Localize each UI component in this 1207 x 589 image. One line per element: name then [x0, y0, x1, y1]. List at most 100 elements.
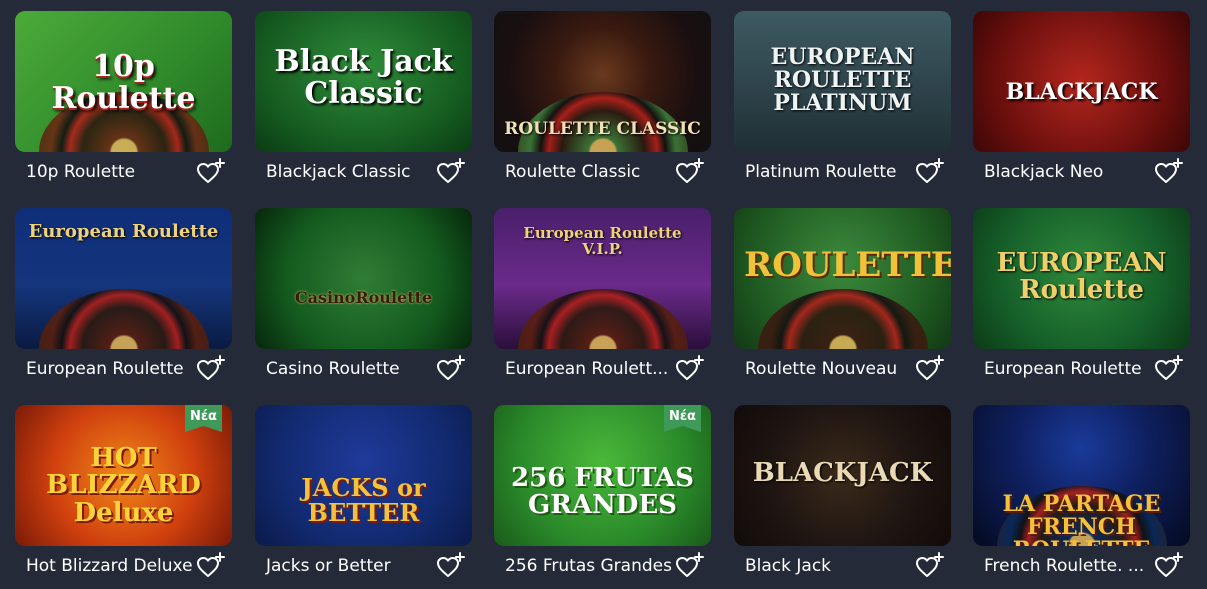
game-card[interactable]: Black Jack Classic Blackjack Classic: [255, 11, 472, 192]
game-caption: Platinum Roulette: [734, 152, 951, 192]
game-card[interactable]: European Roulette European Roulette: [15, 208, 232, 389]
game-caption: Blackjack Classic: [255, 152, 472, 192]
game-logo-text: EUROPEAN Roulette: [996, 248, 1167, 306]
add-favorite-button[interactable]: [436, 355, 466, 383]
game-card[interactable]: CasinoRoulette Casino Roulette: [255, 208, 472, 389]
game-thumbnail[interactable]: European Roulette: [15, 208, 232, 349]
game-logo-text: European Roulette V.I.P.: [523, 224, 682, 258]
game-thumbnail[interactable]: BLACKJACK: [973, 11, 1190, 152]
game-title[interactable]: Roulette Nouveau: [745, 359, 897, 379]
game-card[interactable]: HOT BLIZZARD Deluxe Νέα Hot Blizzard Delux…: [15, 405, 232, 586]
game-caption: French Roulette. ...: [973, 546, 1190, 586]
game-caption: Roulette Nouveau: [734, 349, 951, 389]
game-thumbnail[interactable]: HOT BLIZZARD Deluxe Νέα: [15, 405, 232, 546]
game-thumbnail[interactable]: JACKS or BETTER: [255, 405, 472, 546]
game-card[interactable]: EUROPEAN ROULETTE PLATINUM Platinum Roule…: [734, 11, 951, 192]
game-card[interactable]: European Roulette V.I.P. European Roulett…: [494, 208, 711, 389]
game-caption: 10p Roulette: [15, 152, 232, 192]
game-logo-text: ROULETTE CLASSIC: [504, 119, 701, 139]
game-card[interactable]: ROULETTE Roulette Nouveau: [734, 208, 951, 389]
game-thumbnail[interactable]: 256 FRUTAS GRANDES Νέα: [494, 405, 711, 546]
add-favorite-button[interactable]: [915, 355, 945, 383]
game-card[interactable]: BLACKJACK Black Jack: [734, 405, 951, 586]
heart-plus-icon: [196, 552, 226, 584]
add-favorite-button[interactable]: [915, 552, 945, 580]
game-caption: Casino Roulette: [255, 349, 472, 389]
heart-plus-icon: [196, 158, 226, 190]
add-favorite-button[interactable]: [196, 355, 226, 383]
game-title[interactable]: Jacks or Better: [266, 556, 391, 576]
game-title[interactable]: French Roulette. ...: [984, 556, 1144, 576]
game-logo-text: CasinoRoulette: [294, 288, 433, 307]
game-thumbnail[interactable]: CasinoRoulette: [255, 208, 472, 349]
game-logo-text: EUROPEAN ROULETTE PLATINUM: [770, 44, 915, 117]
game-caption: Hot Blizzard Deluxe: [15, 546, 232, 586]
game-title[interactable]: Casino Roulette: [266, 359, 400, 379]
game-thumbnail[interactable]: ROULETTE: [734, 208, 951, 349]
game-title[interactable]: Black Jack: [745, 556, 831, 576]
game-logo-text: 256 FRUTAS GRANDES: [511, 463, 694, 521]
game-card[interactable]: LA PARTAGE FRENCH ROULETTE French Roulett…: [973, 405, 1190, 586]
game-title[interactable]: 10p Roulette: [26, 162, 135, 182]
game-title[interactable]: 256 Frutas Grandes: [505, 556, 672, 576]
game-card[interactable]: 10p Roulette 10p Roulette: [15, 11, 232, 192]
heart-plus-icon: [915, 158, 945, 190]
game-caption: Black Jack: [734, 546, 951, 586]
game-thumbnail[interactable]: 10p Roulette: [15, 11, 232, 152]
add-favorite-button[interactable]: [436, 552, 466, 580]
add-favorite-button[interactable]: [1154, 355, 1184, 383]
game-title[interactable]: Roulette Classic: [505, 162, 640, 182]
game-caption: European Roulette: [15, 349, 232, 389]
game-thumbnail[interactable]: European Roulette V.I.P.: [494, 208, 711, 349]
game-card[interactable]: JACKS or BETTER Jacks or Better: [255, 405, 472, 586]
game-title[interactable]: Blackjack Neo: [984, 162, 1103, 182]
game-caption: Roulette Classic: [494, 152, 711, 192]
game-title[interactable]: European Roulett...: [505, 359, 668, 379]
add-favorite-button[interactable]: [1154, 158, 1184, 186]
game-logo-text: 10p Roulette: [51, 49, 196, 116]
game-caption: European Roulett...: [494, 349, 711, 389]
game-logo-text: European Roulette: [28, 221, 219, 242]
add-favorite-button[interactable]: [196, 552, 226, 580]
add-favorite-button[interactable]: [675, 158, 705, 186]
game-thumbnail[interactable]: BLACKJACK: [734, 405, 951, 546]
game-title[interactable]: European Roulette: [984, 359, 1142, 379]
heart-plus-icon: [436, 552, 466, 584]
heart-plus-icon: [1154, 552, 1184, 584]
add-favorite-button[interactable]: [675, 355, 705, 383]
heart-plus-icon: [915, 552, 945, 584]
game-title[interactable]: European Roulette: [26, 359, 184, 379]
heart-plus-icon: [675, 158, 705, 190]
game-thumbnail[interactable]: EUROPEAN Roulette: [973, 208, 1190, 349]
heart-plus-icon: [675, 552, 705, 584]
game-grid: 10p Roulette 10p Roulette Black Jack Class…: [0, 0, 1207, 589]
add-favorite-button[interactable]: [1154, 552, 1184, 580]
game-card[interactable]: BLACKJACK Blackjack Neo: [973, 11, 1190, 192]
game-logo-text: LA PARTAGE FRENCH ROULETTE: [1002, 491, 1161, 546]
add-favorite-button[interactable]: [436, 158, 466, 186]
game-title[interactable]: Platinum Roulette: [745, 162, 897, 182]
heart-plus-icon: [436, 355, 466, 387]
game-logo-text: BLACKJACK: [1005, 79, 1158, 105]
game-caption: Jacks or Better: [255, 546, 472, 586]
game-caption: 256 Frutas Grandes: [494, 546, 711, 586]
game-thumbnail[interactable]: EUROPEAN ROULETTE PLATINUM: [734, 11, 951, 152]
game-title[interactable]: Hot Blizzard Deluxe: [26, 556, 193, 576]
game-artwork: [255, 208, 472, 349]
game-thumbnail[interactable]: LA PARTAGE FRENCH ROULETTE: [973, 405, 1190, 546]
game-thumbnail[interactable]: ROULETTE CLASSIC: [494, 11, 711, 152]
game-logo-text: JACKS or BETTER: [301, 473, 426, 528]
add-favorite-button[interactable]: [915, 158, 945, 186]
add-favorite-button[interactable]: [196, 158, 226, 186]
heart-plus-icon: [196, 355, 226, 387]
game-logo-text: Black Jack Classic: [274, 44, 453, 111]
game-logo-text: ROULETTE: [744, 245, 951, 285]
game-card[interactable]: 256 FRUTAS GRANDES Νέα 256 Frutas Grandes: [494, 405, 711, 586]
game-card[interactable]: ROULETTE CLASSIC Roulette Classic: [494, 11, 711, 192]
add-favorite-button[interactable]: [675, 552, 705, 580]
heart-plus-icon: [915, 355, 945, 387]
game-card[interactable]: EUROPEAN Roulette European Roulette: [973, 208, 1190, 389]
heart-plus-icon: [436, 158, 466, 190]
game-title[interactable]: Blackjack Classic: [266, 162, 411, 182]
game-thumbnail[interactable]: Black Jack Classic: [255, 11, 472, 152]
